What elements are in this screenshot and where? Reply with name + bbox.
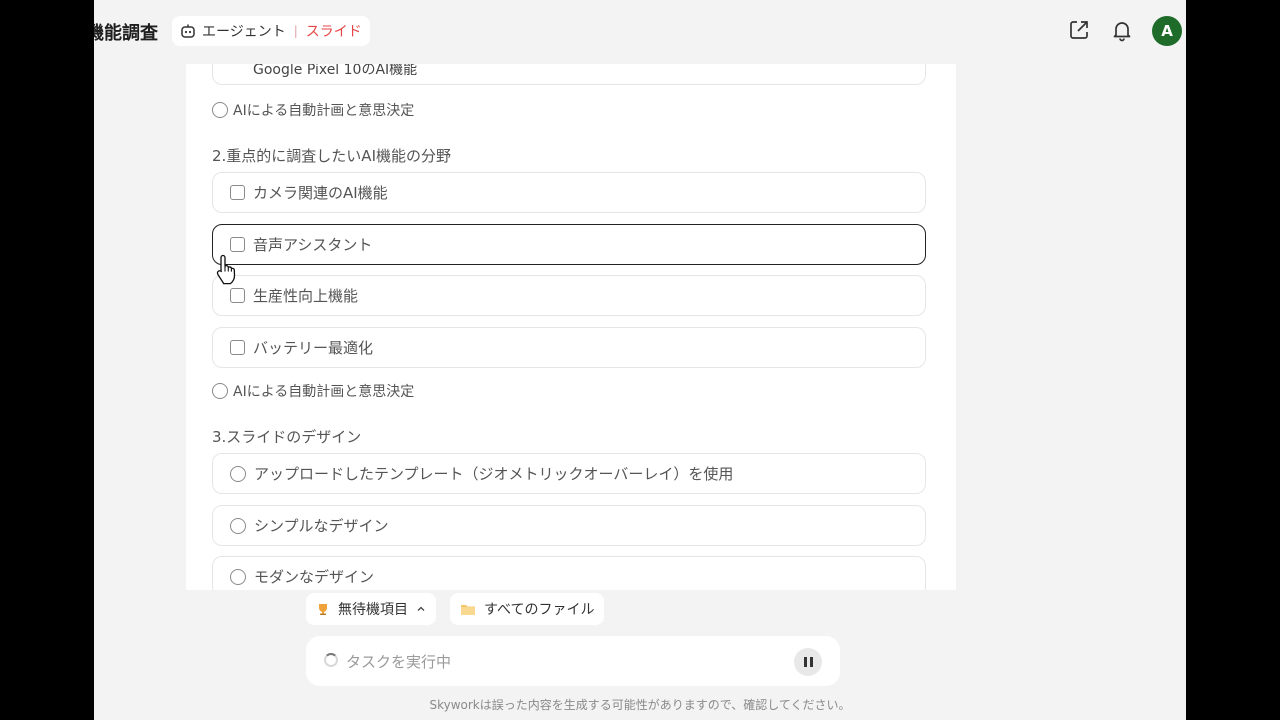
all-files-button[interactable]: すべてのファイル — [450, 593, 605, 625]
q3-option-modern[interactable]: モダンなデザイン — [212, 556, 926, 590]
mode-agent-label[interactable]: エージェント — [202, 21, 286, 41]
option-label: 音声アシスタント — [253, 236, 373, 254]
q2-option-auto-planning[interactable]: AIによる自動計画と意思決定 — [212, 381, 414, 401]
radio-icon[interactable] — [230, 517, 246, 534]
robot-icon — [181, 24, 195, 38]
pause-button[interactable] — [794, 648, 822, 676]
radio-icon[interactable] — [212, 102, 228, 118]
q2-option-battery[interactable]: バッテリー最適化 — [212, 327, 926, 368]
top-answer-text: Google Pixel 10のAI機能 — [253, 64, 418, 78]
share-icon[interactable] — [1067, 18, 1091, 42]
app-window: 機能調査 エージェント | スライド A Google Pixel 10のAI機… — [94, 0, 1186, 720]
option-label: モダンなデザイン — [254, 568, 375, 586]
disclaimer-text: Skyworkは誤った内容を生成する可能性がありますので、確認してください。 — [429, 698, 851, 712]
task-status-text: タスクを実行中 — [346, 653, 452, 671]
page-title: 機能調査 — [94, 23, 158, 44]
bell-icon[interactable] — [1110, 18, 1134, 42]
checkbox-icon[interactable] — [230, 237, 245, 252]
question-2-title: 2.重点的に調査したいAI機能の分野 — [212, 147, 451, 165]
pending-items-label: 無待機項目 — [338, 602, 408, 618]
folder-icon — [461, 605, 475, 615]
radio-icon[interactable] — [212, 383, 228, 399]
checkbox-icon[interactable] — [230, 185, 245, 200]
option-label: シンプルなデザイン — [254, 517, 389, 535]
q1-option-auto-planning[interactable]: AIによる自動計画と意思決定 — [212, 100, 414, 120]
loading-spinner-icon — [324, 653, 338, 667]
question-3-title: 3.スライドのデザイン — [212, 428, 362, 446]
option-label: AIによる自動計画と意思決定 — [233, 103, 415, 119]
all-files-label: すべてのファイル — [484, 602, 595, 618]
checkbox-icon[interactable] — [230, 288, 245, 303]
checkbox-icon[interactable] — [230, 340, 245, 355]
top-answer-box[interactable]: Google Pixel 10のAI機能 — [212, 64, 926, 85]
radio-icon[interactable] — [230, 568, 246, 585]
radio-icon[interactable] — [230, 465, 246, 482]
q3-option-simple[interactable]: シンプルなデザイン — [212, 505, 926, 546]
q2-option-camera[interactable]: カメラ関連のAI機能 — [212, 172, 926, 213]
pending-items-button[interactable]: 無待機項目 — [306, 593, 436, 625]
hand-cursor-icon — [216, 254, 236, 285]
q2-option-voice-assistant[interactable]: 音声アシスタント — [212, 224, 926, 265]
option-label: バッテリー最適化 — [253, 339, 374, 357]
option-label: 生産性向上機能 — [253, 287, 359, 305]
mode-slide-label[interactable]: スライド — [306, 21, 362, 41]
mode-selector[interactable]: エージェント | スライド — [172, 16, 370, 46]
pause-icon — [809, 657, 813, 667]
pause-icon — [803, 657, 807, 667]
option-label: AIによる自動計画と意思決定 — [233, 384, 415, 400]
option-label: アップロードしたテンプレート（ジオメトリックオーバーレイ）を使用 — [254, 465, 734, 483]
task-status-bar: タスクを実行中 — [306, 636, 840, 686]
option-label: カメラ関連のAI機能 — [253, 184, 388, 202]
q3-option-template[interactable]: アップロードしたテンプレート（ジオメトリックオーバーレイ）を使用 — [212, 453, 926, 494]
chevron-up-icon — [417, 606, 425, 611]
avatar[interactable]: A — [1152, 16, 1182, 46]
mode-divider: | — [293, 24, 298, 38]
questionnaire-panel: Google Pixel 10のAI機能 AIによる自動計画と意思決定 2.重点… — [186, 64, 956, 590]
q2-option-productivity[interactable]: 生産性向上機能 — [212, 275, 926, 316]
header: 機能調査 エージェント | スライド A — [94, 0, 1186, 64]
trophy-icon — [319, 604, 327, 615]
